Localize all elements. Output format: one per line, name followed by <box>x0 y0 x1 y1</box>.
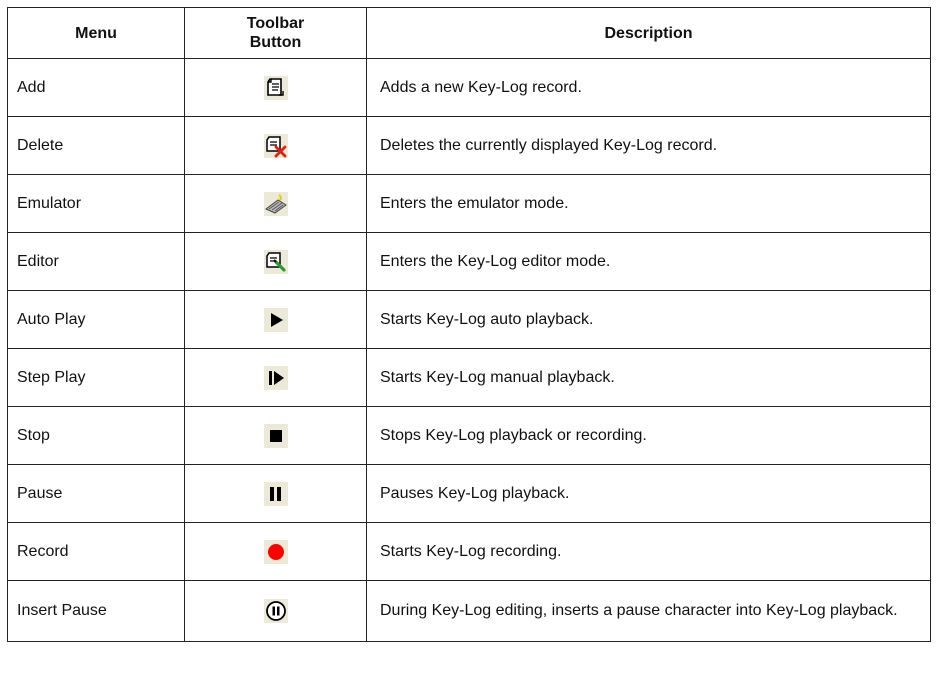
menu-cell: Auto Play <box>7 290 185 349</box>
delete-record-icon <box>263 133 288 158</box>
table-row: Insert Pause During Key-Log editing, ins… <box>7 580 931 642</box>
toolbar-button-cell <box>184 406 367 465</box>
toolbar-button-cell <box>184 174 367 233</box>
header-description: Description <box>366 7 931 59</box>
description-cell: Stops Key-Log playback or recording. <box>366 406 931 465</box>
description-cell: Starts Key-Log recording. <box>366 522 931 581</box>
add-record-icon <box>263 75 288 100</box>
menu-cell: Stop <box>7 406 185 465</box>
toolbar-button-cell <box>184 116 367 175</box>
header-toolbar-line1: Toolbar <box>246 15 305 32</box>
play-icon <box>263 307 288 332</box>
description-cell: Adds a new Key-Log record. <box>366 58 931 117</box>
pause-icon <box>263 481 288 506</box>
table-row: Pause Pauses Key-Log playback. <box>7 464 931 523</box>
table-row: Editor Enters the Key-Log editor mode. <box>7 232 931 291</box>
toolbar-button-cell <box>184 348 367 407</box>
menu-cell: Add <box>7 58 185 117</box>
description-cell: Enters the Key-Log editor mode. <box>366 232 931 291</box>
insert-pause-icon <box>263 599 288 623</box>
editor-pencil-icon <box>263 249 288 274</box>
header-toolbar-button: Toolbar Button <box>184 7 367 59</box>
menu-cell: Record <box>7 522 185 581</box>
table-row: Record Starts Key-Log recording. <box>7 522 931 581</box>
header-menu: Menu <box>7 7 185 59</box>
description-cell: Starts Key-Log auto playback. <box>366 290 931 349</box>
description-cell: Enters the emulator mode. <box>366 174 931 233</box>
menu-cell: Delete <box>7 116 185 175</box>
toolbar-button-cell <box>184 580 367 642</box>
table-row: Add Adds a new Key-Log record. <box>7 58 931 117</box>
toolbar-button-cell <box>184 232 367 291</box>
menu-cell: Step Play <box>7 348 185 407</box>
menu-cell: Emulator <box>7 174 185 233</box>
record-icon <box>263 539 288 564</box>
toolbar-button-cell <box>184 464 367 523</box>
menu-cell: Pause <box>7 464 185 523</box>
menu-cell: Editor <box>7 232 185 291</box>
stop-icon <box>263 423 288 448</box>
table-row: Auto Play Starts Key-Log auto playback. <box>7 290 931 349</box>
header-row: Menu Toolbar Button Description <box>7 7 931 59</box>
step-play-icon <box>263 365 288 390</box>
toolbar-button-cell <box>184 522 367 581</box>
toolbar-reference-table: Menu Toolbar Button Description Add Adds … <box>7 7 931 642</box>
table-row: Stop Stops Key-Log playback or recording… <box>7 406 931 465</box>
table-row: Step Play Starts Key-Log manual playback… <box>7 348 931 407</box>
toolbar-button-cell <box>184 290 367 349</box>
keyboard-emulator-icon <box>263 191 288 216</box>
header-toolbar-line2: Button <box>249 34 302 51</box>
toolbar-button-cell <box>184 58 367 117</box>
menu-cell: Insert Pause <box>7 580 185 642</box>
description-cell: During Key-Log editing, inserts a pause … <box>366 580 931 642</box>
table-row: Delete Deletes the currently displayed K… <box>7 116 931 175</box>
table-row: Emulator Enters the emulator mode. <box>7 174 931 233</box>
description-cell: Starts Key-Log manual playback. <box>366 348 931 407</box>
description-cell: Deletes the currently displayed Key-Log … <box>366 116 931 175</box>
description-cell: Pauses Key-Log playback. <box>366 464 931 523</box>
